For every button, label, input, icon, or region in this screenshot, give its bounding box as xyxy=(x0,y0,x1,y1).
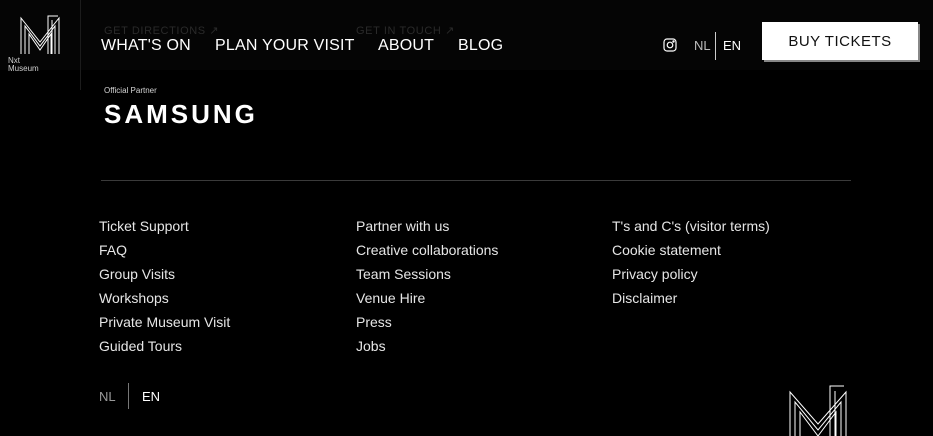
footer-link-faq[interactable]: FAQ xyxy=(99,238,230,262)
lang-en-button[interactable]: EN xyxy=(723,38,741,53)
nav-blog[interactable]: BLOG xyxy=(458,37,503,55)
footer-column-legal: T's and C's (visitor terms) Cookie state… xyxy=(612,214,770,310)
footer-link-private-museum-visit[interactable]: Private Museum Visit xyxy=(99,310,230,334)
lang-nl-button[interactable]: NL xyxy=(694,38,711,53)
footer-link-cookie-statement[interactable]: Cookie statement xyxy=(612,238,770,262)
footer-link-visitor-terms[interactable]: T's and C's (visitor terms) xyxy=(612,214,770,238)
footer-logo-icon xyxy=(789,385,847,436)
get-in-touch-link[interactable]: GET IN TOUCH ↗ xyxy=(356,24,455,37)
footer-column-business: Partner with us Creative collaborations … xyxy=(356,214,498,358)
footer-link-press[interactable]: Press xyxy=(356,310,498,334)
nav-about[interactable]: ABOUT xyxy=(378,37,434,55)
footer-link-partner-with-us[interactable]: Partner with us xyxy=(356,214,498,238)
footer-divider xyxy=(101,180,851,181)
footer-link-group-visits[interactable]: Group Visits xyxy=(99,262,230,286)
footer-link-privacy-policy[interactable]: Privacy policy xyxy=(612,262,770,286)
buy-tickets-button[interactable]: BUY TICKETS xyxy=(762,22,918,60)
footer-link-guided-tours[interactable]: Guided Tours xyxy=(99,334,230,358)
nxt-museum-logo-icon xyxy=(20,15,60,54)
nav-whats-on[interactable]: WHAT'S ON xyxy=(101,37,191,55)
partner-label: Official Partner xyxy=(104,86,157,95)
partner-logo: SAMSUNG xyxy=(104,99,258,129)
footer-lang-nl-button[interactable]: NL xyxy=(99,389,116,404)
footer-link-venue-hire[interactable]: Venue Hire xyxy=(356,286,498,310)
footer-link-workshops[interactable]: Workshops xyxy=(99,286,230,310)
footer-column-support: Ticket Support FAQ Group Visits Workshop… xyxy=(99,214,230,358)
footer-link-ticket-support[interactable]: Ticket Support xyxy=(99,214,230,238)
footer-link-creative-collaborations[interactable]: Creative collaborations xyxy=(356,238,498,262)
footer-lang-divider xyxy=(128,383,129,409)
brand-name: Nxt Museum xyxy=(8,56,39,73)
nav-plan-your-visit[interactable]: PLAN YOUR VISIT xyxy=(215,37,355,55)
footer-link-team-sessions[interactable]: Team Sessions xyxy=(356,262,498,286)
footer-lang-en-button[interactable]: EN xyxy=(142,389,160,404)
get-directions-link[interactable]: GET DIRECTIONS ↗ xyxy=(104,24,219,37)
brand-block[interactable]: Nxt Museum xyxy=(0,0,81,90)
lang-divider xyxy=(715,32,716,60)
instagram-icon[interactable] xyxy=(663,38,677,52)
footer-link-disclaimer[interactable]: Disclaimer xyxy=(612,286,770,310)
footer-link-jobs[interactable]: Jobs xyxy=(356,334,498,358)
